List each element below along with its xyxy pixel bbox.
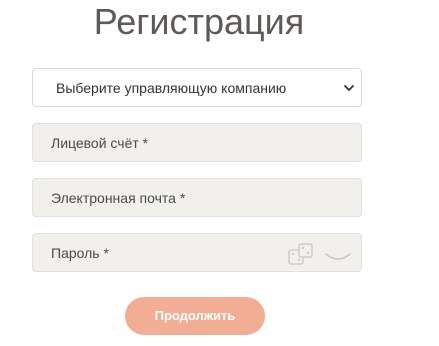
email-field[interactable]: Электронная почта * [32, 178, 362, 217]
eye-closed-icon[interactable] [323, 244, 353, 264]
continue-button[interactable]: Продолжить [125, 297, 265, 335]
dice-icon[interactable] [288, 243, 314, 267]
chevron-down-icon [344, 85, 354, 91]
account-number-placeholder: Лицевой счёт * [51, 135, 149, 151]
company-select[interactable]: Выберите управляющую компанию [32, 68, 362, 107]
email-placeholder: Электронная почта * [51, 190, 186, 206]
password-placeholder: Пароль * [51, 245, 109, 261]
registration-page: Регистрация Выберите управляющую компани… [0, 0, 439, 346]
password-field[interactable]: Пароль * [32, 233, 362, 272]
company-select-value: Выберите управляющую компанию [56, 80, 287, 96]
account-number-field[interactable]: Лицевой счёт * [32, 123, 362, 162]
page-title: Регистрация [93, 1, 305, 42]
